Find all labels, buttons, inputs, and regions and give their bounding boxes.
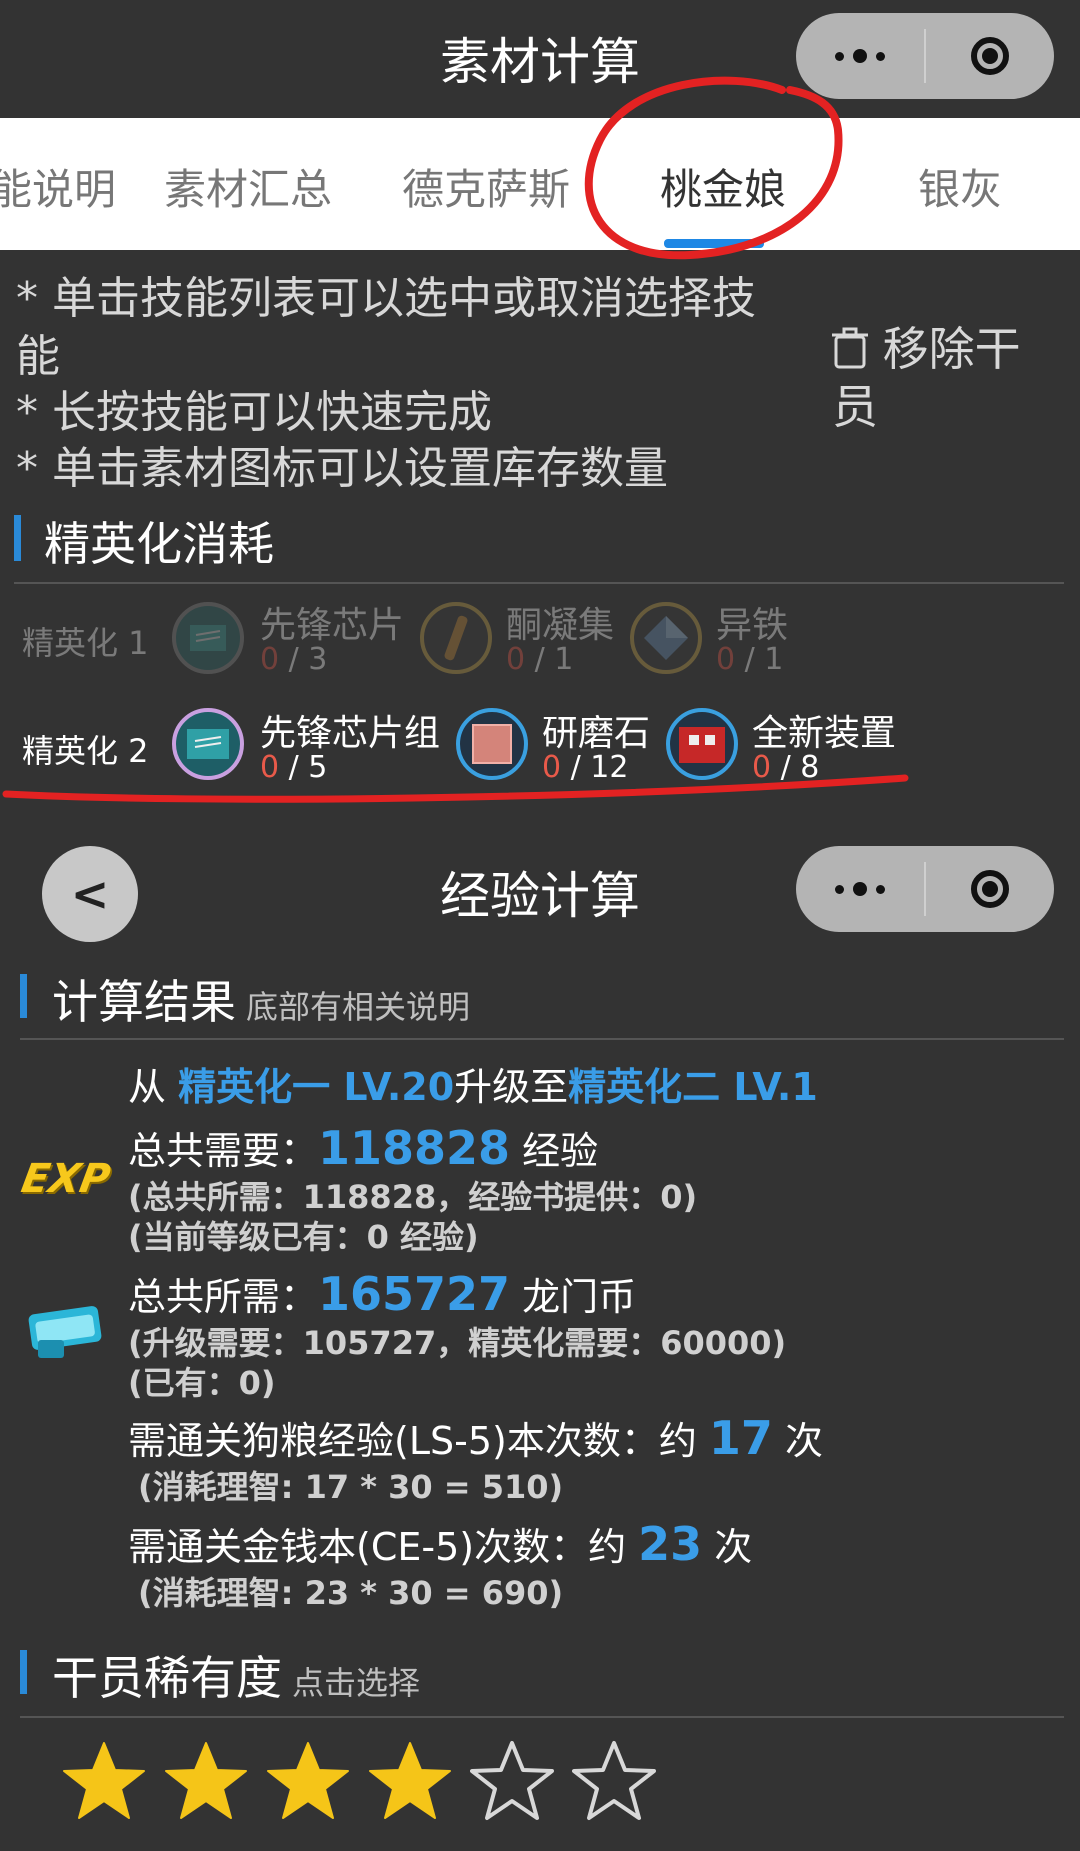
elite-section-title: 精英化消耗 <box>44 517 274 571</box>
remove-operator-button[interactable]: 移除干员 <box>832 320 1062 436</box>
operator-tab-bar: 能说明 素材汇总 德克萨斯 桃金娘 银灰 <box>0 118 1080 250</box>
more-dot-icon <box>853 882 867 896</box>
ls5-sanity: (消耗理智: 17 * 30 = 510) <box>138 1468 564 1506</box>
exp-value: 118828 <box>318 1121 511 1175</box>
section-hint: 底部有相关说明 <box>246 988 471 1026</box>
ketone-aggregate-icon[interactable] <box>420 602 492 674</box>
lmd-coin-icon <box>28 1306 102 1358</box>
orirock-iron-icon[interactable] <box>630 602 702 674</box>
tip-line: * 长按技能可以快速完成 <box>16 387 492 438</box>
material-name: 先锋芯片组 <box>260 713 441 754</box>
divider <box>14 582 1064 584</box>
more-dot-icon <box>853 49 867 63</box>
star-filled-icon[interactable] <box>164 1740 248 1822</box>
more-options-button[interactable] <box>796 846 924 932</box>
mini-program-capsule <box>796 846 1054 932</box>
material-name: 全新装置 <box>752 713 897 754</box>
more-dot-icon <box>876 51 885 61</box>
exp-icon: EXP <box>17 1156 114 1202</box>
star-empty-icon[interactable] <box>470 1740 554 1822</box>
elite-label: 精英化 2 <box>22 732 149 770</box>
tab-texas[interactable]: 德克萨斯 <box>402 156 570 217</box>
close-mini-program-button[interactable] <box>926 846 1054 932</box>
material-count: 0 / 1 <box>506 642 574 677</box>
star-filled-icon[interactable] <box>62 1740 146 1822</box>
star-filled-icon[interactable] <box>368 1740 452 1822</box>
tab-material-summary[interactable]: 素材汇总 <box>164 156 332 217</box>
ce5-runs: 需通关金钱本(CE-5)次数：约 23 次 <box>128 1517 753 1571</box>
from-stage: 精英化一 LV.20 <box>178 1065 455 1109</box>
trash-icon <box>832 327 868 369</box>
elite-label: 精英化 1 <box>22 624 149 662</box>
divider <box>20 1038 1064 1040</box>
material-name: 研磨石 <box>542 713 651 754</box>
ls5-runs: 需通关狗粮经验(LS-5)本次数：约 17 次 <box>128 1411 824 1465</box>
tip-line: 能 <box>16 331 60 382</box>
result-section-title: 计算结果 底部有相关说明 <box>52 975 471 1029</box>
upgrade-range: 从 精英化一 LV.20升级至精英化二 LV.1 <box>128 1065 818 1109</box>
close-mini-program-button[interactable] <box>926 13 1054 99</box>
coin-total: 总共所需：165727 龙门币 <box>128 1267 637 1321</box>
tab-silverash[interactable]: 银灰 <box>918 156 1002 217</box>
section-accent-bar <box>20 1650 27 1694</box>
top-nav-bar: 素材计算 <box>0 0 1080 118</box>
divider <box>20 1716 1064 1718</box>
target-icon <box>971 870 1009 908</box>
material-count: 0 / 3 <box>260 642 328 677</box>
material-count: 0 / 1 <box>716 642 784 677</box>
target-icon <box>971 37 1009 75</box>
ce5-sanity: (消耗理智: 23 * 30 = 690) <box>138 1574 564 1612</box>
tip-line: * 单击素材图标可以设置库存数量 <box>16 443 668 494</box>
annotation-underline <box>2 774 909 803</box>
tab-instructions[interactable]: 能说明 <box>0 156 116 217</box>
star-filled-icon[interactable] <box>266 1740 350 1822</box>
ls5-count: 17 <box>708 1411 773 1465</box>
annotation-circle <box>584 76 843 260</box>
exp-detail: (当前等级已有：0 经验) <box>128 1218 479 1256</box>
material-name: 先锋芯片 <box>260 605 405 646</box>
more-dot-icon <box>876 884 885 894</box>
section-hint: 点击选择 <box>292 1664 421 1702</box>
material-name: 酮凝集 <box>506 605 615 646</box>
coin-detail: (已有：0) <box>128 1364 276 1402</box>
more-dot-icon <box>835 884 844 894</box>
rarity-section-title: 干员稀有度 点击选择 <box>52 1651 421 1705</box>
coin-value: 165727 <box>318 1267 511 1321</box>
material-name: 异铁 <box>716 605 789 646</box>
more-dot-icon <box>835 51 844 61</box>
vanguard-chip-icon[interactable] <box>172 602 244 674</box>
tip-line: * 单击技能列表可以选中或取消选择技 <box>16 273 756 324</box>
exp-total: 总共需要：118828 经验 <box>128 1121 599 1175</box>
ce5-count: 23 <box>638 1517 703 1571</box>
to-stage: 精英化二 LV.1 <box>568 1065 818 1109</box>
section-accent-bar <box>14 515 21 561</box>
section-accent-bar <box>20 974 27 1018</box>
star-empty-icon[interactable] <box>572 1740 656 1822</box>
